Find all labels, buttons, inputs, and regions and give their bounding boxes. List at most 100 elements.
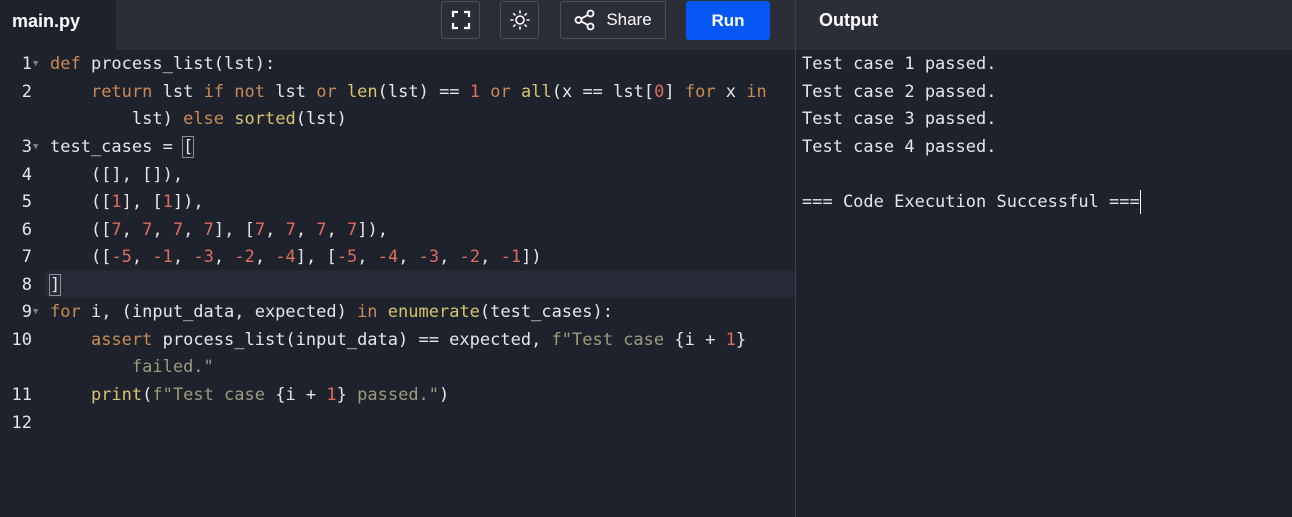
code-token: lst) [131,109,184,129]
code-token: (lst) [295,109,347,129]
code-token: , [326,219,348,240]
code-token: 1 [162,192,173,212]
code-token: 7 [285,219,296,240]
code-token: else [183,109,225,129]
code-token: lst [265,81,317,102]
active-line-highlight [45,270,795,298]
output-line: Test case 4 passed. [802,136,997,157]
code-token: ]) [521,247,542,267]
code-token: in [357,302,378,322]
code-token: test_cases = [50,137,184,157]
theme-toggle-button[interactable] [500,1,539,39]
code-token: ], [ [213,219,255,240]
code-token: -3 [418,247,440,267]
code-token: 7 [254,219,266,240]
code-token: , [480,247,501,267]
line-number: 4 [21,164,32,185]
code-token: ( [142,385,153,405]
code-token: x [715,81,747,102]
execution-status-text: === Code Execution Successful === [802,191,1140,212]
code-token: or [316,81,337,102]
code-token: 7 [316,219,327,240]
output-panel[interactable]: Test case 1 passed. Test case 2 passed. … [796,50,1292,517]
code-token: ([ [50,192,112,212]
code-token: if [203,81,225,102]
code-token: (lst) == [377,81,470,102]
code-token: , [183,219,204,240]
code-token: 1 [725,329,736,350]
code-token: 7 [203,219,214,240]
code-token: in [746,81,767,102]
code-line: ([7, 7, 7, 7], [7, 7, 7, 7]), [50,216,388,244]
tab-main-py[interactable]: main.py [0,0,116,51]
code-line: ([1], [1]), [50,188,204,216]
code-token: , [357,247,378,267]
code-token: 1 [469,81,481,102]
fold-arrow-icon[interactable]: ▼ [33,133,43,161]
code-token: , [152,219,173,240]
code-token: ) [439,385,450,405]
code-editor[interactable]: 1 2 3 4 5 6 7 8 9 10 11 12 ▼ ▼ ▼ def pro… [0,50,795,517]
code-line-wrapped: failed." [50,353,214,381]
code-token: , [213,247,235,267]
code-token: lst [152,81,204,102]
code-token: 7 [142,219,153,240]
line-number: 7 [21,247,32,267]
code-token: -4 [275,247,296,267]
line-number: 1 [21,54,32,74]
code-line: print(f"Test case {i + 1} passed.") [50,381,449,409]
code-token: enumerate [387,302,480,322]
code-token: def [50,54,81,74]
code-token: return [90,81,153,102]
code-token: 1 [326,385,337,405]
fold-arrow-icon[interactable]: ▼ [33,298,43,326]
code-token: , [439,247,460,267]
code-token: assert [90,329,153,350]
code-token: , [254,247,276,267]
line-number: 8 [21,274,32,295]
run-button[interactable]: Run [686,1,770,40]
code-token: not [234,81,266,102]
code-token: ([ [50,219,112,240]
output-line: Test case 2 passed. [802,81,997,102]
code-token: ([ [50,247,112,267]
share-button-label: Share [606,10,652,29]
code-token: failed." [131,357,214,377]
code-token: or [490,81,511,102]
line-number: 12 [11,412,32,433]
code-line: def process_list(lst): [50,50,275,78]
code-token: , [295,219,317,240]
code-token: ]), [172,192,204,212]
code-token: } [336,385,347,405]
code-line: ([], []), [50,164,184,185]
code-token: passed." [346,385,440,405]
code-token: } [735,329,747,350]
code-line: return lst if not lst or len(lst) == 1 o… [50,78,767,106]
line-number: 9 [21,302,32,322]
share-button[interactable]: Share [560,1,666,39]
code-token: -4 [377,247,399,267]
text-cursor [1139,189,1141,214]
code-token: all [521,81,552,102]
code-token: f"Test case [551,329,675,350]
fullscreen-button[interactable] [441,1,480,39]
code-token: , [398,247,419,267]
code-line-wrapped: lst) else sorted(lst) [50,105,347,133]
code-token: , [131,247,153,267]
output-line: Test case 3 passed. [802,109,997,129]
code-token: -5 [111,247,132,267]
code-token: , [121,219,143,240]
code-token: -1 [500,247,522,267]
fold-arrow-icon[interactable]: ▼ [33,50,43,78]
code-token: -3 [193,247,214,267]
code-token: ]), [357,219,388,240]
code-token: (test_cases): [479,302,613,322]
output-line: Test case 1 passed. [802,54,997,74]
